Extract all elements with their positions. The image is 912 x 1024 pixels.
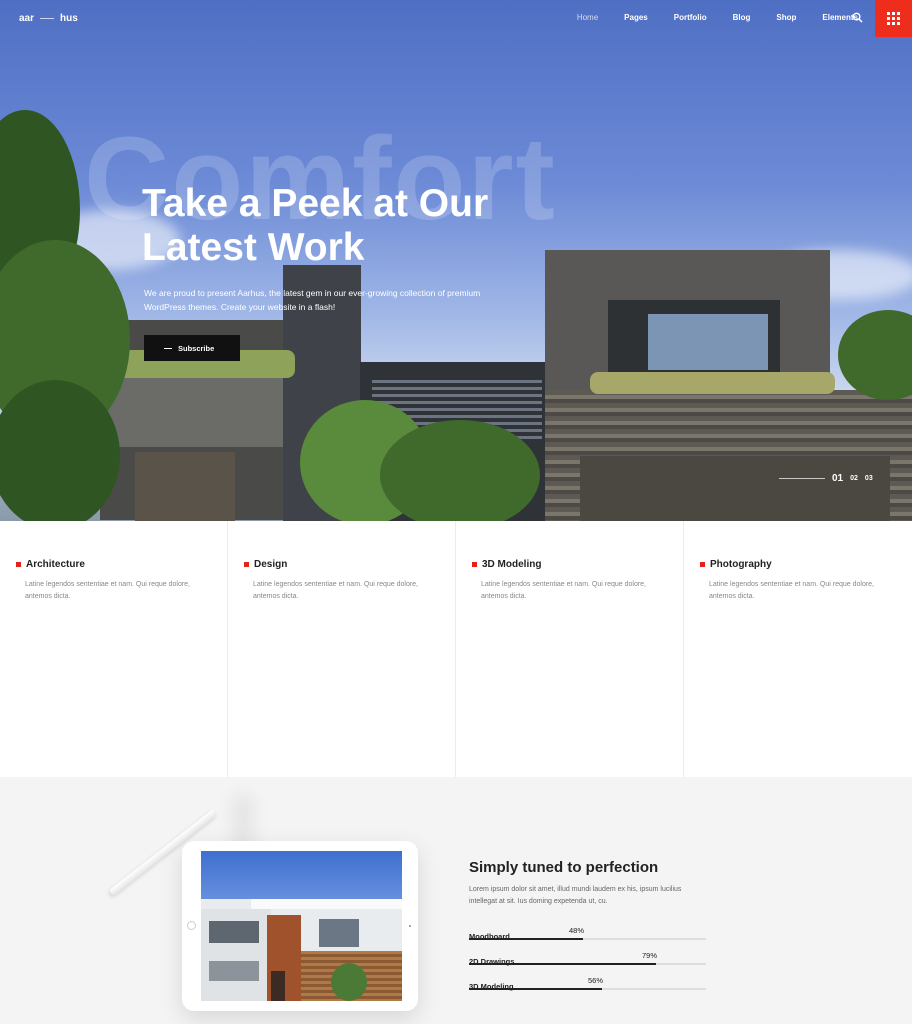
search-icon[interactable]: [852, 12, 863, 23]
skill-value: 79%: [642, 951, 658, 960]
logo-right: hus: [60, 13, 78, 24]
nav-home[interactable]: Home: [577, 13, 598, 22]
main-menu: Home Pages Portfolio Blog Shop Elements: [551, 13, 858, 22]
hero-section: Comfort Take a Peek at Our Latest Work W…: [0, 0, 912, 521]
skill-track: [469, 988, 706, 990]
skills-text: Lorem ipsum dolor sit amet, illud mundi …: [469, 886, 682, 905]
skill-track: [469, 938, 706, 940]
service-title: Design: [254, 559, 288, 570]
slide-dot-1[interactable]: 01: [832, 473, 843, 484]
hero-title: Take a Peek at Our Latest Work: [142, 182, 489, 269]
roof-grass: [590, 372, 835, 394]
square-bullet-icon: [700, 562, 705, 567]
nav-shop[interactable]: Shop: [776, 13, 796, 22]
slider-progress-line: [779, 478, 825, 479]
tree: [380, 420, 540, 521]
skill-track: [469, 963, 706, 965]
service-title: 3D Modeling: [482, 559, 542, 570]
services-section: Architecture Latine legendos sententiae …: [0, 521, 912, 777]
hero-text: We are proud to present Aarhus, the late…: [144, 288, 481, 312]
skill-value: 48%: [569, 926, 585, 935]
skill-bar: Moodboard 48%: [469, 926, 706, 944]
nav-portfolio[interactable]: Portfolio: [674, 13, 707, 22]
slide-dot-3[interactable]: 03: [865, 475, 873, 482]
skills-section: Simply tuned to perfection Lorem ipsum d…: [0, 777, 912, 1024]
service-text: Latine legendos sententiae et nam. Qui r…: [709, 581, 875, 600]
logo[interactable]: aar hus: [19, 13, 78, 24]
skill-fill: [469, 963, 656, 965]
service-text: Latine legendos sententiae et nam. Qui r…: [481, 581, 647, 600]
subscribe-label: Subscribe: [178, 343, 215, 353]
top-navigation: aar hus Home Pages Portfolio Blog Shop E…: [0, 0, 912, 37]
tablet-mockup: [182, 841, 418, 1011]
nav-blog[interactable]: Blog: [733, 13, 751, 22]
skill-value: 56%: [588, 976, 604, 985]
stone-inset: [580, 456, 890, 521]
skill-bar: 2D Drawings 79%: [469, 951, 706, 969]
service-title: Photography: [710, 559, 772, 570]
subscribe-button[interactable]: Subscribe: [144, 335, 240, 361]
skill-fill: [469, 938, 583, 940]
tablet-home-button: [187, 921, 196, 930]
service-text: Latine legendos sententiae et nam. Qui r…: [253, 581, 419, 600]
skill-fill: [469, 988, 602, 990]
service-text: Latine legendos sententiae et nam. Qui r…: [25, 581, 191, 600]
service-card: Photography Latine legendos sententiae e…: [684, 521, 912, 777]
window-glass: [648, 314, 768, 370]
nav-pages[interactable]: Pages: [624, 13, 648, 22]
slider-pagination: 01 02 03: [779, 473, 873, 484]
square-bullet-icon: [472, 562, 477, 567]
tree: [838, 310, 912, 400]
logo-left: aar: [19, 13, 35, 24]
slide-dot-2[interactable]: 02: [850, 475, 858, 482]
service-card: 3D Modeling Latine legendos sententiae e…: [456, 521, 684, 777]
dash-icon: [164, 347, 172, 349]
service-card: Design Latine legendos sententiae et nam…: [228, 521, 456, 777]
logo-dash: [40, 18, 55, 19]
square-bullet-icon: [16, 562, 21, 567]
building-ledge: [96, 375, 301, 447]
service-title: Architecture: [26, 559, 85, 570]
skill-bar: 3D Modeling 56%: [469, 976, 706, 994]
tablet-screen-image: [201, 851, 402, 1001]
tablet-camera: [409, 925, 411, 927]
skills-title: Simply tuned to perfection: [469, 859, 659, 876]
service-card: Architecture Latine legendos sententiae …: [0, 521, 228, 777]
square-bullet-icon: [244, 562, 249, 567]
building-wood: [135, 452, 235, 521]
grid-menu-icon[interactable]: [875, 0, 912, 37]
